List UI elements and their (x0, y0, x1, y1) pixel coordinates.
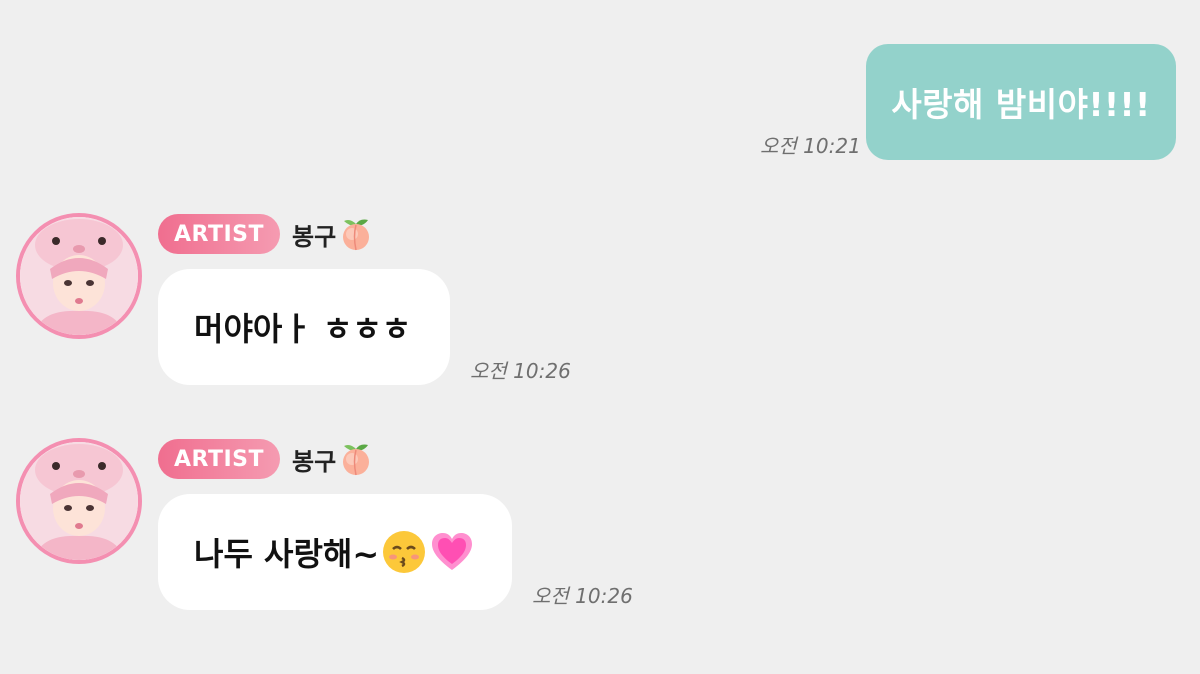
sender-name-text: 봉구 (292, 447, 337, 476)
outgoing-message-text: 사랑해 밤비야!!!! (891, 85, 1151, 124)
avatar-illustration (20, 442, 138, 560)
sender-name[interactable]: 봉구 (292, 214, 374, 254)
incoming-message-text: 나두 사랑해~ (194, 535, 380, 573)
sender-name-text: 봉구 (292, 222, 337, 251)
outgoing-message-time: 오전 10:21 (760, 134, 861, 158)
outgoing-message-bubble[interactable]: 사랑해 밤비야!!!! (866, 44, 1176, 160)
incoming-message-bubble[interactable]: 머야아ㅏ ㅎㅎㅎ (158, 269, 450, 385)
incoming-message-bubble[interactable]: 나두 사랑해~ (158, 494, 512, 610)
artist-avatar[interactable] (16, 438, 142, 564)
avatar-illustration (20, 217, 138, 335)
incoming-message-time: 오전 10:26 (470, 359, 571, 383)
sender-name[interactable]: 봉구 (292, 439, 374, 479)
incoming-message-time: 오전 10:26 (532, 584, 633, 608)
incoming-message-text: 머야아ㅏ ㅎㅎㅎ (194, 310, 412, 348)
peach-icon (338, 216, 374, 252)
peach-icon (338, 441, 374, 477)
pink-heart-icon (429, 529, 475, 575)
artist-avatar[interactable] (16, 213, 142, 339)
artist-badge: ARTIST (158, 439, 280, 479)
kissing-face-icon (381, 529, 427, 575)
artist-badge: ARTIST (158, 214, 280, 254)
